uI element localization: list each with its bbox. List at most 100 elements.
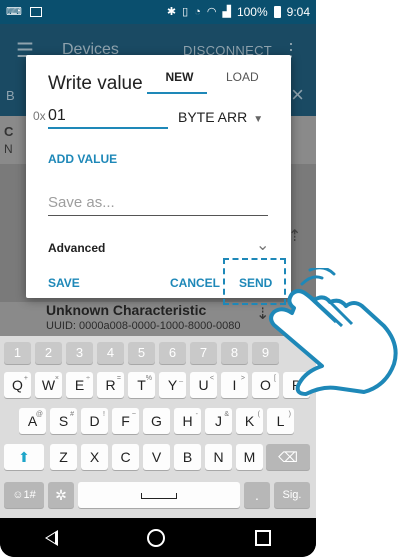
key-h[interactable]: H- [174,408,201,434]
key-label: T [137,377,146,393]
key-f[interactable]: F ~ [112,408,139,434]
space-bar[interactable] [78,482,240,508]
battery-percent: 100% [236,5,268,19]
wifi-icon: ◠ [206,6,217,18]
key-s[interactable]: S # [50,408,77,434]
key-b[interactable]: B [174,444,201,470]
key-m[interactable]: M [236,444,263,470]
image-icon [29,7,42,17]
hex-prefix: 0x [33,109,46,123]
advanced-label[interactable]: Advanced [48,241,105,255]
key-5[interactable]: 5 [128,342,155,364]
key-z[interactable]: Z [50,444,77,470]
key-secondary-label: & [224,411,229,418]
key-secondary-label: ( [257,411,260,418]
status-bar: ⌨ ✱ ▯ ◔ ◠ ▟ 100% 9:04 [0,0,316,24]
key-t[interactable]: T% [128,372,155,398]
add-value-button[interactable]: ADD VALUE [48,152,117,166]
key-r[interactable]: R = [97,372,124,398]
key-n[interactable]: N [205,444,232,470]
signal-icon: ▟ [222,6,231,18]
key-label: D [89,413,100,429]
key-secondary-label: < [209,375,214,382]
tab-active-indicator [147,92,207,94]
key-label: B [182,449,193,465]
key-label: X [89,449,100,465]
key-secondary-label: ! [103,411,105,418]
backspace-key[interactable]: ⌫ [266,444,310,470]
home-icon[interactable] [147,528,166,547]
key-label: M [243,449,256,465]
key-label: E [74,377,85,393]
type-dropdown-value: BYTE ARR [178,109,248,125]
key-y[interactable]: Y _ [159,372,186,398]
key-secondary-label: % [145,375,152,382]
vibrate-icon: ▯ [182,6,189,18]
key-u[interactable]: U < [190,372,217,398]
navigation-bar [0,518,316,557]
key-x[interactable]: X [81,444,108,470]
key-label: V [151,449,162,465]
key-secondary-label: @ [35,411,43,418]
key-label: W [41,377,56,393]
chevron-down-icon[interactable]: ⌄ [256,235,269,255]
tabbar-label: B [6,88,15,103]
key-d[interactable]: D! [81,408,108,434]
key-label: K [244,413,255,429]
key-label: Z [59,449,68,465]
key-1[interactable]: 1 [4,342,31,364]
key-2[interactable]: 2 [35,342,62,364]
key-e[interactable]: E ÷ [66,372,93,398]
service-row-subtitle: N [4,142,13,156]
key-label: H [182,413,193,429]
cancel-button[interactable]: CANCEL [170,276,220,290]
key-label: Y [167,377,178,393]
go-key[interactable]: Sig. [274,482,310,508]
key-label: G [151,413,162,429]
save-button[interactable]: SAVE [48,276,80,290]
key-j[interactable]: J & [205,408,232,434]
key-g[interactable]: G [143,408,170,434]
key-label: J [215,413,222,429]
key-i[interactable]: I > [221,372,248,398]
symbols-key[interactable]: ☺1# [4,482,44,508]
write-value-dialog: Write value NEW LOAD 0x BYTE ARR ▼ ADD VA… [26,55,291,305]
key-4[interactable]: 4 [97,342,124,364]
key-q[interactable]: Q + [4,372,31,398]
key-label: Q [12,377,23,393]
key-7[interactable]: 7 [190,342,217,364]
key-k[interactable]: K( [236,408,263,434]
key-label: U [198,377,209,393]
key-3[interactable]: 3 [66,342,93,364]
key-6[interactable]: 6 [159,342,186,364]
clock: 9:04 [286,5,310,19]
recent-apps-icon[interactable] [255,529,272,546]
back-icon[interactable] [44,529,58,546]
characteristic-uuid: UUID: 0000a008-0000-1000-8000-0080 [46,320,241,332]
battery-icon [273,6,281,18]
key-8[interactable]: 8 [221,342,248,364]
key-secondary-label: > [240,375,245,382]
key-label: F [121,413,130,429]
key-label: C [120,449,131,465]
hand-pointer-icon [269,268,398,396]
period-key[interactable]: . [244,482,270,508]
key-v[interactable]: V [143,444,170,470]
value-input[interactable] [48,105,168,129]
settings-icon[interactable]: ✲ [48,482,74,508]
save-as-input[interactable] [48,190,268,216]
key-secondary-label: + [23,375,28,382]
key-secondary-label: × [54,375,59,382]
shift-key[interactable]: ⬆ [4,444,44,470]
key-w[interactable]: W × [35,372,62,398]
close-icon[interactable]: × [291,82,304,108]
key-secondary-label: - [195,411,198,418]
key-c[interactable]: C [112,444,139,470]
tab-load[interactable]: LOAD [226,70,259,84]
type-dropdown[interactable]: BYTE ARR ▼ [178,109,263,125]
key-label: R [105,377,116,393]
tab-new[interactable]: NEW [147,70,212,94]
space-icon [141,493,177,500]
key-a[interactable]: A @ [19,408,46,434]
dialog-title: Write value [48,73,143,94]
